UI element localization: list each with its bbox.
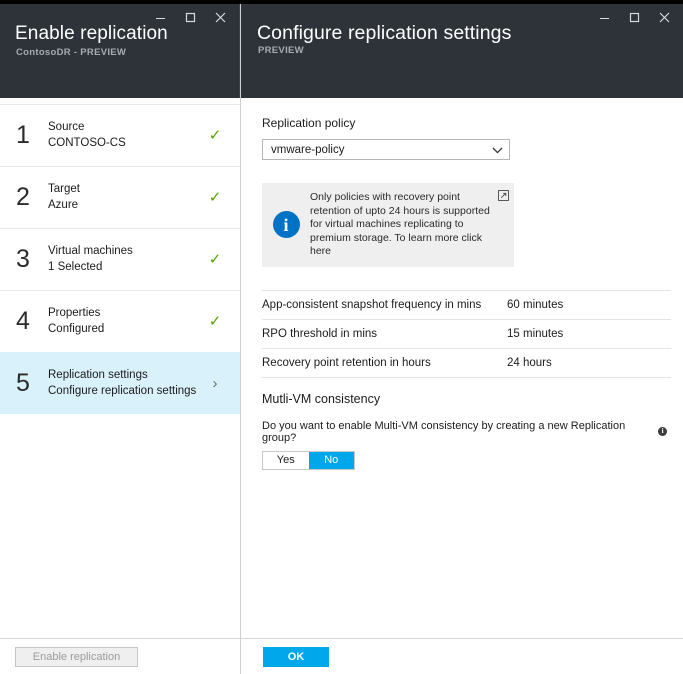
- setting-value: 15 minutes: [507, 328, 671, 340]
- check-icon: ✓: [209, 313, 222, 330]
- info-banner-text: Only policies with recovery point retent…: [310, 183, 514, 267]
- setting-key: App-consistent snapshot frequency in min…: [262, 299, 507, 311]
- replication-policy-select[interactable]: vmware-policy: [262, 139, 510, 160]
- check-icon: ✓: [209, 189, 222, 206]
- step-number: 4: [16, 309, 48, 334]
- step-status: ✓: [204, 189, 226, 207]
- maximize-button[interactable]: [619, 6, 649, 28]
- sidebar-item-replication-settings[interactable]: 5 Replication settings Configure replica…: [0, 352, 240, 414]
- step-status: ✓: [204, 313, 226, 331]
- setting-value: 24 hours: [507, 357, 671, 369]
- blade-configure-replication-settings: Configure replication settings PREVIEW R…: [241, 4, 683, 674]
- chevron-down-icon: [492, 141, 503, 159]
- table-row: App-consistent snapshot frequency in min…: [262, 291, 671, 320]
- right-blade-footer: OK: [241, 638, 683, 674]
- step-text: Target Azure: [48, 182, 204, 213]
- info-icon[interactable]: i: [658, 427, 667, 436]
- toggle-option-yes[interactable]: Yes: [263, 452, 309, 469]
- sidebar-item-virtual-machines[interactable]: 3 Virtual machines 1 Selected ✓: [0, 228, 240, 290]
- page-title: Enable replication: [15, 23, 168, 45]
- step-number: 5: [16, 371, 48, 396]
- step-title: Target: [48, 182, 204, 197]
- step-status: ›: [204, 375, 226, 393]
- step-title: Properties: [48, 306, 204, 321]
- setting-key: RPO threshold in mins: [262, 328, 507, 340]
- enable-replication-window: Enable replication ContosoDR - PREVIEW 1…: [0, 0, 683, 674]
- table-row: Recovery point retention in hours 24 hou…: [262, 349, 671, 378]
- left-blade-header: Enable replication ContosoDR - PREVIEW: [0, 4, 240, 98]
- step-detail: CONTOSO-CS: [48, 135, 204, 151]
- step-number: 2: [16, 185, 48, 210]
- info-banner-icon-wrap: i: [262, 211, 310, 238]
- settings-table: App-consistent snapshot frequency in min…: [262, 290, 671, 378]
- step-status: ✓: [204, 127, 226, 145]
- left-blade-footer: Enable replication: [0, 638, 240, 674]
- multi-vm-toggle[interactable]: Yes No: [262, 451, 355, 470]
- step-detail: 1 Selected: [48, 259, 204, 275]
- page-subtitle: ContosoDR - PREVIEW: [16, 47, 126, 58]
- step-text: Properties Configured: [48, 306, 204, 337]
- step-text: Virtual machines 1 Selected: [48, 244, 204, 275]
- external-link-icon[interactable]: [498, 188, 509, 206]
- replication-policy-value: vmware-policy: [263, 144, 345, 156]
- step-number: 3: [16, 247, 48, 272]
- step-title: Virtual machines: [48, 244, 204, 259]
- step-detail: Azure: [48, 197, 204, 213]
- multi-vm-question-text: Do you want to enable Multi-VM consisten…: [262, 420, 654, 444]
- step-status: ✓: [204, 251, 226, 269]
- info-icon: i: [273, 211, 300, 238]
- close-button[interactable]: [649, 6, 679, 28]
- wizard-steps: 1 Source CONTOSO-CS ✓ 2 Target Azure ✓: [0, 98, 240, 414]
- sidebar-item-properties[interactable]: 4 Properties Configured ✓: [0, 290, 240, 352]
- replication-policy-label: Replication policy: [262, 116, 667, 130]
- step-detail: Configure replication settings: [48, 383, 204, 399]
- step-detail: Configured: [48, 321, 204, 337]
- right-page-title: Configure replication settings: [257, 22, 511, 45]
- multi-vm-question: Do you want to enable Multi-VM consisten…: [262, 420, 667, 444]
- sidebar-item-source[interactable]: 1 Source CONTOSO-CS ✓: [0, 104, 240, 166]
- info-banner: i Only policies with recovery point rete…: [262, 183, 514, 267]
- setting-key: Recovery point retention in hours: [262, 357, 507, 369]
- right-blade-header: Configure replication settings PREVIEW: [241, 4, 683, 98]
- ok-button[interactable]: OK: [263, 647, 329, 667]
- step-title: Source: [48, 120, 204, 135]
- multi-vm-consistency-heading: Mutli-VM consistency: [262, 392, 667, 406]
- sidebar-item-target[interactable]: 2 Target Azure ✓: [0, 166, 240, 228]
- step-text: Replication settings Configure replicati…: [48, 368, 204, 399]
- right-window-controls: [589, 6, 679, 28]
- blade-enable-replication: Enable replication ContosoDR - PREVIEW 1…: [0, 4, 241, 674]
- close-button[interactable]: [205, 6, 235, 28]
- enable-replication-button[interactable]: Enable replication: [15, 647, 138, 667]
- right-page-subtitle: PREVIEW: [258, 45, 304, 56]
- table-row: RPO threshold in mins 15 minutes: [262, 320, 671, 349]
- minimize-button[interactable]: [589, 6, 619, 28]
- toggle-option-no[interactable]: No: [309, 452, 355, 469]
- step-text: Source CONTOSO-CS: [48, 120, 204, 151]
- chevron-right-icon: ›: [213, 375, 218, 392]
- settings-content: Replication policy vmware-policy i Only …: [241, 98, 683, 638]
- step-title: Replication settings: [48, 368, 204, 383]
- maximize-button[interactable]: [175, 6, 205, 28]
- step-number: 1: [16, 123, 48, 148]
- check-icon: ✓: [209, 127, 222, 144]
- check-icon: ✓: [209, 251, 222, 268]
- setting-value: 60 minutes: [507, 299, 671, 311]
